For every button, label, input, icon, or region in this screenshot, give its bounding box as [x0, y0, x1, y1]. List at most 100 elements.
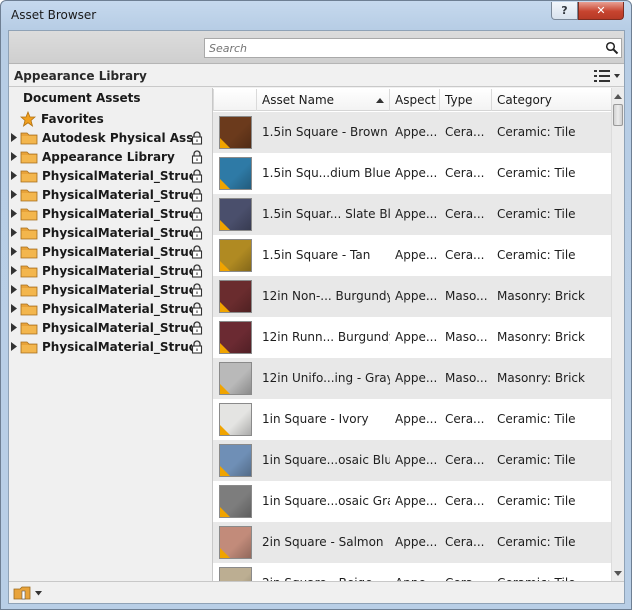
lock-icon	[191, 245, 203, 259]
tree-item-library[interactable]: PhysicalMaterial_Structu...	[9, 223, 212, 242]
type-cell: Cera...	[445, 248, 485, 262]
aspect-cell: Appe...	[395, 289, 438, 303]
tree-label: Favorites	[41, 111, 104, 126]
asset-name-cell: 1.5in Squar... Slate Blue	[262, 207, 390, 221]
tree-item-document-assets[interactable]: Document Assets	[23, 91, 141, 105]
expand-arrow-icon[interactable]	[11, 133, 19, 142]
scroll-up-button[interactable]	[612, 88, 624, 104]
lock-icon	[191, 321, 203, 335]
lock-icon	[191, 150, 203, 164]
expand-arrow-icon[interactable]	[11, 342, 19, 351]
close-button[interactable]: ✕	[578, 2, 624, 20]
expand-arrow-icon[interactable]	[11, 228, 19, 237]
expand-arrow-icon[interactable]	[11, 152, 19, 161]
tree-item-label: PhysicalMaterial_Structu...	[42, 168, 192, 183]
table-row[interactable]: 1in Square - Ivory Appe... Cera... Ceramic:…	[213, 399, 611, 440]
tree-item-library[interactable]: PhysicalMaterial_Structu...	[9, 337, 212, 356]
sort-ascending-icon	[376, 98, 384, 103]
tree-item-library[interactable]: PhysicalMaterial_Structu...	[9, 318, 212, 337]
search-box[interactable]	[204, 38, 622, 58]
aspect-cell: Appe...	[395, 207, 438, 221]
type-cell: Maso...	[445, 289, 488, 303]
table-row[interactable]: 2in Square - Salmon Appe... Cera... Ceramic…	[213, 522, 611, 563]
scroll-down-button[interactable]	[612, 565, 624, 581]
table-row[interactable]: 1in Square...osaic Gray Appe... Cera... Cer…	[213, 481, 611, 522]
asset-swatch	[219, 157, 252, 190]
search-icon[interactable]	[605, 41, 619, 55]
type-cell: Cera...	[445, 494, 485, 508]
tree-item-library[interactable]: PhysicalMaterial_Structu...	[9, 185, 212, 204]
type-cell: Cera...	[445, 207, 485, 221]
table-row[interactable]: 2in Square - BeigeAppe...Cera...Ceramic:…	[213, 563, 611, 581]
table-row[interactable]: 1.5in Squ...dium Blue Appe... Cera... Ceram…	[213, 153, 611, 194]
folder-icon	[20, 151, 38, 163]
help-button[interactable]: ?	[551, 2, 578, 20]
column-asset-name[interactable]: Asset Name	[256, 89, 389, 111]
expand-arrow-icon[interactable]	[11, 285, 19, 294]
library-tree: Document Assets Favorites Autodesk Physi…	[9, 88, 212, 581]
aspect-cell: Appe...	[395, 330, 438, 344]
table-row[interactable]: 1.5in Square - Brown Appe... Cera... Cerami…	[213, 112, 611, 153]
asset-name-cell: 1.5in Square - Tan	[262, 248, 371, 262]
table-row[interactable]: 12in Unifo...ing - Gray Appe... Maso... Mas…	[213, 358, 611, 399]
tree-item-library[interactable]: PhysicalMaterial_Structu...	[9, 166, 212, 185]
aspect-cell: Appe...	[395, 371, 438, 385]
tree-item-library[interactable]: Autodesk Physical Assets	[9, 128, 212, 147]
tree-item-favorites[interactable]: Favorites	[20, 109, 104, 128]
expand-arrow-icon[interactable]	[11, 247, 19, 256]
library-menu-button[interactable]	[13, 585, 43, 601]
search-input[interactable]	[205, 39, 595, 57]
title-bar[interactable]: Asset Browser ? ✕	[1, 1, 631, 29]
category-cell: Ceramic: Tile	[497, 248, 576, 262]
tree-item-library[interactable]: PhysicalMaterial_Structu...	[9, 261, 212, 280]
expand-arrow-icon[interactable]	[11, 171, 19, 180]
expand-arrow-icon[interactable]	[11, 304, 19, 313]
column-type[interactable]: Type	[439, 89, 491, 111]
type-cell: Cera...	[445, 412, 485, 426]
table-row[interactable]: 12in Non-... Burgundy Appe... Maso... Mason…	[213, 276, 611, 317]
library-header: Appearance Library	[9, 65, 624, 87]
table-row[interactable]: 12in Runn... Burgundy Appe... Maso... Mason…	[213, 317, 611, 358]
table-row[interactable]: 1in Square...osaic Blue Appe... Cera... Cer…	[213, 440, 611, 481]
tree-item-library[interactable]: PhysicalMaterial_Structu...	[9, 299, 212, 318]
asset-name-cell: 12in Non-... Burgundy	[262, 289, 390, 303]
tree-item-library[interactable]: Appearance Library	[9, 147, 212, 166]
aspect-cell: Appe...	[395, 535, 438, 549]
folder-icon	[20, 246, 38, 258]
appearance-badge-icon	[220, 466, 230, 476]
scroll-thumb[interactable]	[613, 104, 623, 126]
aspect-cell: Appe...	[395, 453, 438, 467]
column-category[interactable]: Category	[491, 89, 611, 111]
table-row[interactable]: 1.5in Squar... Slate Blue Appe... Cera... C…	[213, 194, 611, 235]
vertical-scrollbar[interactable]	[611, 88, 624, 581]
chevron-down-icon	[614, 74, 620, 78]
tree-item-library[interactable]: PhysicalMaterial_Structu...	[9, 242, 212, 261]
expand-arrow-icon[interactable]	[11, 209, 19, 218]
aspect-cell: Appe...	[395, 125, 438, 139]
tree-item-label: PhysicalMaterial_Structu...	[42, 225, 192, 240]
tree-item-library[interactable]: PhysicalMaterial_Structu...	[9, 204, 212, 223]
asset-swatch	[219, 567, 252, 581]
lock-icon	[191, 340, 203, 354]
column-thumbnail[interactable]	[213, 89, 256, 111]
table-row[interactable]: 1.5in Square - Tan Appe... Cera... Ceramic:…	[213, 235, 611, 276]
appearance-badge-icon	[220, 507, 230, 517]
type-cell: Cera...	[445, 125, 485, 139]
tree-item-label: PhysicalMaterial_Structu...	[42, 339, 192, 354]
tree-item-label: PhysicalMaterial_Structu...	[42, 206, 192, 221]
tree-item-library[interactable]: PhysicalMaterial_Structu...	[9, 280, 212, 299]
column-aspect[interactable]: Aspect	[389, 89, 439, 111]
lock-icon	[191, 188, 203, 202]
star-icon	[20, 110, 36, 127]
appearance-badge-icon	[220, 220, 230, 230]
aspect-cell: Appe...	[395, 494, 438, 508]
expand-arrow-icon[interactable]	[11, 266, 19, 275]
view-options-button[interactable]	[593, 68, 621, 84]
aspect-cell: Appe...	[395, 412, 438, 426]
asset-name-cell: 2in Square - Salmon	[262, 535, 384, 549]
expand-arrow-icon[interactable]	[11, 323, 19, 332]
expand-arrow-icon[interactable]	[11, 190, 19, 199]
category-cell: Ceramic: Tile	[497, 412, 576, 426]
lock-icon	[191, 264, 203, 278]
asset-swatch	[219, 321, 252, 354]
